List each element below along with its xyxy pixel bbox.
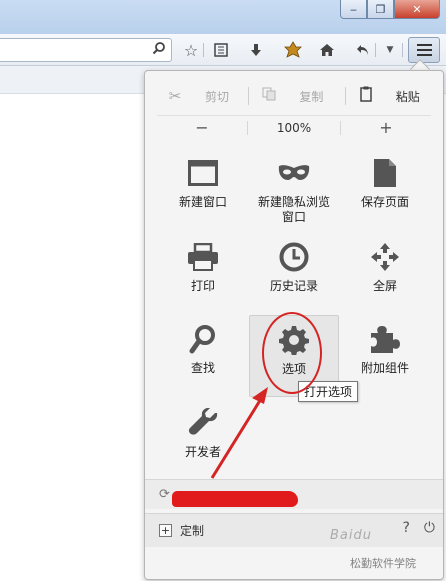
source-watermark: 松勤软件学院 xyxy=(350,557,416,570)
baidu-watermark: Baidu xyxy=(330,528,372,543)
redaction-mark xyxy=(172,491,298,507)
